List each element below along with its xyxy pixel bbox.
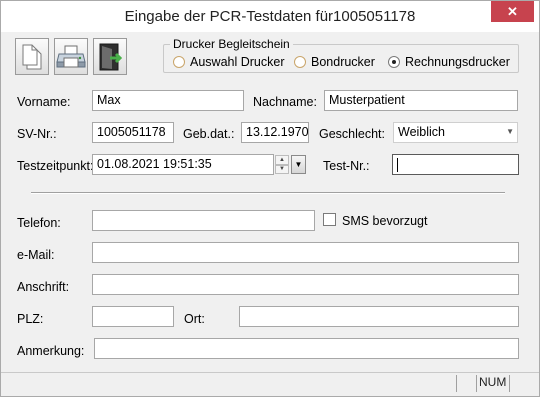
exit-button[interactable]: [93, 38, 127, 75]
printer-icon: [56, 45, 86, 67]
radio-indicator: [173, 56, 185, 68]
radio-label: Auswahl Drucker: [190, 55, 285, 69]
anmerkung-field[interactable]: [94, 338, 519, 359]
testzeitpunkt-field[interactable]: 01.08.2021 19:51:35: [92, 154, 274, 175]
num-lock-indicator: NUM: [479, 375, 507, 389]
sms-checkbox[interactable]: [323, 213, 336, 226]
window-title: Eingabe der PCR-Testdaten für1005051178: [124, 8, 416, 25]
new-button[interactable]: [15, 38, 49, 75]
telefon-field[interactable]: [92, 210, 315, 231]
email-label: e-Mail:: [17, 248, 55, 262]
anmerkung-label: Anmerkung:: [17, 344, 85, 358]
printer-group-legend: Drucker Begleitschein: [170, 37, 293, 51]
sv-nr-field[interactable]: 1005051178: [92, 122, 174, 143]
close-icon: ✕: [507, 3, 518, 19]
sv-nr-label: SV-Nr.:: [17, 127, 57, 141]
radio-indicator-selected: [388, 56, 400, 68]
pcr-test-dialog: Eingabe der PCR-Testdaten für1005051178 …: [0, 0, 540, 397]
testzeitpunkt-spinner[interactable]: ▲ ▼: [275, 155, 289, 174]
geschlecht-label: Geschlecht:: [319, 127, 386, 141]
status-pane-divider: [456, 375, 457, 392]
email-field[interactable]: [92, 242, 519, 263]
radio-label: Rechnungsdrucker: [405, 55, 510, 69]
radio-bondrucker[interactable]: Bondrucker: [294, 55, 375, 69]
test-nr-field[interactable]: [392, 154, 519, 175]
status-pane-divider: [509, 375, 510, 392]
vorname-label: Vorname:: [17, 95, 71, 109]
chevron-down-icon: ▼: [506, 127, 514, 136]
spin-up-icon[interactable]: ▲: [275, 155, 289, 165]
spin-down-icon[interactable]: ▼: [275, 164, 289, 174]
vorname-field[interactable]: Max: [92, 90, 244, 111]
close-button[interactable]: ✕: [491, 1, 534, 22]
plz-field[interactable]: [92, 306, 174, 327]
testzeitpunkt-dropdown-button[interactable]: ▼: [291, 155, 306, 174]
nachname-label: Nachname:: [253, 95, 317, 109]
status-bar: [1, 372, 539, 396]
testzeitpunkt-label: Testzeitpunkt:: [17, 159, 94, 173]
radio-label: Bondrucker: [311, 55, 375, 69]
sms-label: SMS bevorzugt: [342, 214, 428, 228]
section-divider: [31, 192, 505, 194]
ort-field[interactable]: [239, 306, 519, 327]
anschrift-label: Anschrift:: [17, 280, 70, 294]
geschlecht-select[interactable]: Weiblich ▼: [393, 122, 518, 143]
geb-dat-field[interactable]: 13.12.1970: [241, 122, 309, 143]
radio-rechnungsdrucker[interactable]: Rechnungsdrucker: [388, 55, 510, 69]
new-document-icon: [22, 44, 42, 69]
exit-door-icon: [99, 43, 122, 70]
test-nr-label: Test-Nr.:: [323, 159, 370, 173]
geschlecht-value: Weiblich: [398, 125, 446, 139]
status-pane-divider: [476, 375, 477, 392]
nachname-field[interactable]: Musterpatient: [324, 90, 518, 111]
title-bar: Eingabe der PCR-Testdaten für1005051178 …: [1, 1, 539, 32]
geb-dat-label: Geb.dat.:: [183, 127, 235, 141]
anschrift-field[interactable]: [92, 274, 519, 295]
telefon-label: Telefon:: [17, 216, 61, 230]
radio-auswahl-drucker[interactable]: Auswahl Drucker: [173, 55, 284, 69]
ort-label: Ort:: [184, 312, 205, 326]
print-button[interactable]: [54, 38, 88, 75]
radio-indicator: [294, 56, 306, 68]
plz-label: PLZ:: [17, 312, 44, 326]
text-cursor: [397, 157, 398, 172]
chevron-down-icon: ▼: [294, 160, 303, 169]
